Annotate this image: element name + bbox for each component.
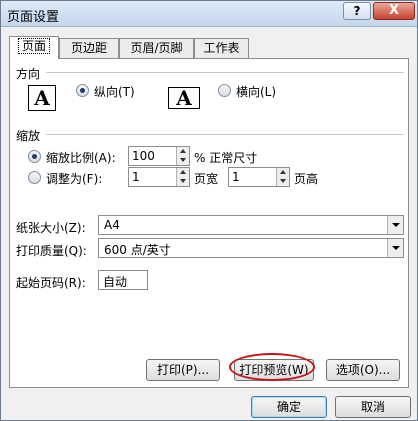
options-button[interactable]: 选项(O)... bbox=[326, 359, 400, 381]
paper-size-chevron-down-icon[interactable] bbox=[387, 216, 403, 234]
pages-wide-stepper[interactable]: 1 bbox=[128, 167, 190, 187]
ok-button[interactable]: 确定 bbox=[251, 396, 327, 418]
tab-panel-page: 方向 A 纵向(T) A 横向(L) 缩放 缩放比例(A): 100 % 正常尺… bbox=[9, 58, 409, 388]
landscape-label[interactable]: 横向(L) bbox=[236, 83, 276, 100]
tab-page[interactable]: 页面 bbox=[9, 36, 59, 59]
pages-tall-stepper[interactable]: 1 bbox=[228, 167, 290, 187]
tab-header-footer-label: 页眉/页脚 bbox=[130, 41, 183, 55]
tab-sheet[interactable]: 工作表 bbox=[194, 38, 249, 58]
page-setup-dialog: 页面设置 ? X 页面 页边距 页眉/页脚 工作表 方向 A 纵向(T) A 横… bbox=[0, 0, 418, 421]
scale-stepper[interactable]: 100 bbox=[128, 146, 190, 166]
tab-margins-label: 页边距 bbox=[70, 41, 107, 55]
print-quality-value: 600 点/英寸 bbox=[104, 243, 171, 257]
help-button[interactable]: ? bbox=[343, 2, 371, 20]
first-page-number-input[interactable]: 自动 bbox=[98, 270, 148, 290]
paper-size-value: A4 bbox=[104, 218, 120, 232]
scale-down-icon[interactable] bbox=[180, 158, 186, 162]
portrait-label[interactable]: 纵向(T) bbox=[94, 83, 135, 100]
pages-wide-up-icon[interactable] bbox=[180, 170, 186, 174]
paper-size-label: 纸张大小(Z): bbox=[16, 221, 86, 235]
pages-tall-stepper-arrows[interactable] bbox=[276, 168, 289, 186]
first-page-number-label: 起始页码(R): bbox=[16, 276, 86, 290]
fit-to-radio[interactable] bbox=[28, 171, 41, 184]
orientation-group-label: 方向 bbox=[16, 67, 41, 81]
scale-unit-label: % 正常尺寸 bbox=[194, 151, 258, 165]
scaling-group-label: 缩放 bbox=[16, 129, 41, 143]
paper-size-select[interactable]: A4 bbox=[98, 215, 404, 235]
pages-tall-up-icon[interactable] bbox=[280, 170, 286, 174]
scaling-divider bbox=[46, 134, 404, 135]
tab-header-footer[interactable]: 页眉/页脚 bbox=[119, 38, 194, 58]
scale-radio[interactable] bbox=[28, 150, 41, 163]
orientation-divider bbox=[46, 72, 404, 73]
scale-label[interactable]: 缩放比例(A): bbox=[46, 149, 116, 166]
close-button[interactable]: X bbox=[373, 2, 415, 20]
pages-wide-value: 1 bbox=[132, 170, 140, 184]
portrait-page-icon: A bbox=[28, 85, 56, 111]
cancel-button[interactable]: 取消 bbox=[335, 396, 411, 418]
print-preview-highlight-ring bbox=[229, 353, 315, 381]
pages-wide-stepper-arrows[interactable] bbox=[176, 168, 189, 186]
portrait-radio[interactable] bbox=[76, 84, 89, 97]
pages-tall-down-icon[interactable] bbox=[280, 179, 286, 183]
title-bar[interactable]: 页面设置 ? X bbox=[1, 1, 417, 27]
pages-tall-value: 1 bbox=[232, 170, 240, 184]
print-quality-chevron-down-icon[interactable] bbox=[387, 239, 403, 257]
tab-sheet-label: 工作表 bbox=[203, 41, 240, 55]
scale-up-icon[interactable] bbox=[180, 149, 186, 153]
window-title: 页面设置 bbox=[7, 10, 60, 25]
print-button[interactable]: 打印(P)... bbox=[146, 359, 220, 381]
tab-margins[interactable]: 页边距 bbox=[59, 38, 119, 58]
pages-wide-down-icon[interactable] bbox=[180, 179, 186, 183]
scale-stepper-arrows[interactable] bbox=[176, 147, 189, 165]
print-quality-select[interactable]: 600 点/英寸 bbox=[98, 238, 404, 258]
tab-page-label: 页面 bbox=[17, 38, 50, 54]
landscape-radio[interactable] bbox=[218, 84, 231, 97]
fit-to-label[interactable]: 调整为(F): bbox=[46, 170, 102, 187]
pages-wide-label: 页宽 bbox=[194, 172, 219, 186]
print-quality-label: 打印质量(Q): bbox=[16, 244, 87, 258]
pages-tall-label: 页高 bbox=[294, 172, 319, 186]
scale-value: 100 bbox=[132, 149, 155, 163]
landscape-page-icon: A bbox=[168, 87, 200, 109]
